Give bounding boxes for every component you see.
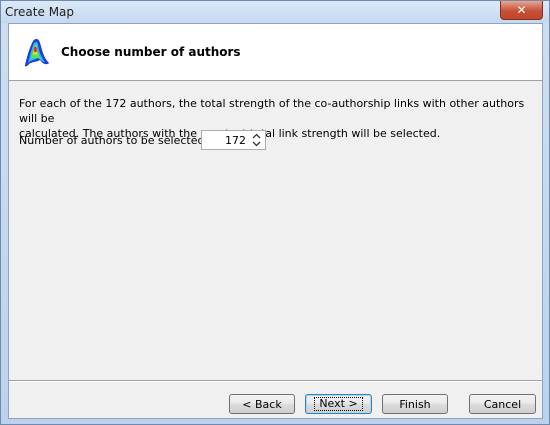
cancel-button-label: Cancel bbox=[483, 397, 522, 411]
description-line: For each of the 172 authors, the total s… bbox=[19, 97, 525, 125]
back-button-label: < Back bbox=[242, 397, 282, 411]
page-title: Choose number of authors bbox=[61, 45, 241, 59]
footer-divider bbox=[9, 380, 542, 382]
close-icon: ✕ bbox=[516, 3, 527, 17]
spinner-arrows bbox=[249, 131, 263, 149]
next-button-label: Next > bbox=[314, 397, 363, 411]
spin-up-button[interactable] bbox=[250, 132, 262, 140]
chevron-down-icon bbox=[252, 141, 260, 147]
authors-count-input[interactable]: 172 bbox=[202, 134, 249, 147]
wizard-header: Choose number of authors bbox=[9, 24, 542, 81]
title-bar[interactable]: Create Map ✕ bbox=[1, 1, 549, 23]
spin-down-button[interactable] bbox=[250, 140, 262, 148]
finish-button-label: Finish bbox=[399, 397, 431, 411]
window-title: Create Map bbox=[5, 5, 75, 19]
finish-button[interactable]: Finish bbox=[382, 394, 448, 414]
next-button[interactable]: Next > bbox=[305, 394, 372, 414]
chevron-up-icon bbox=[252, 133, 260, 139]
close-button[interactable]: ✕ bbox=[500, 1, 543, 20]
cancel-button[interactable]: Cancel bbox=[469, 394, 536, 414]
authors-count-spinner[interactable]: 172 bbox=[201, 130, 266, 150]
create-map-dialog: Create Map ✕ Choose number of authors Fo… bbox=[0, 0, 550, 425]
vosviewer-logo-icon bbox=[24, 38, 49, 67]
back-button[interactable]: < Back bbox=[229, 394, 295, 414]
dialog-client-area: Choose number of authors For each of the… bbox=[8, 23, 543, 419]
authors-count-label: Number of authors to be selected: bbox=[19, 134, 209, 147]
